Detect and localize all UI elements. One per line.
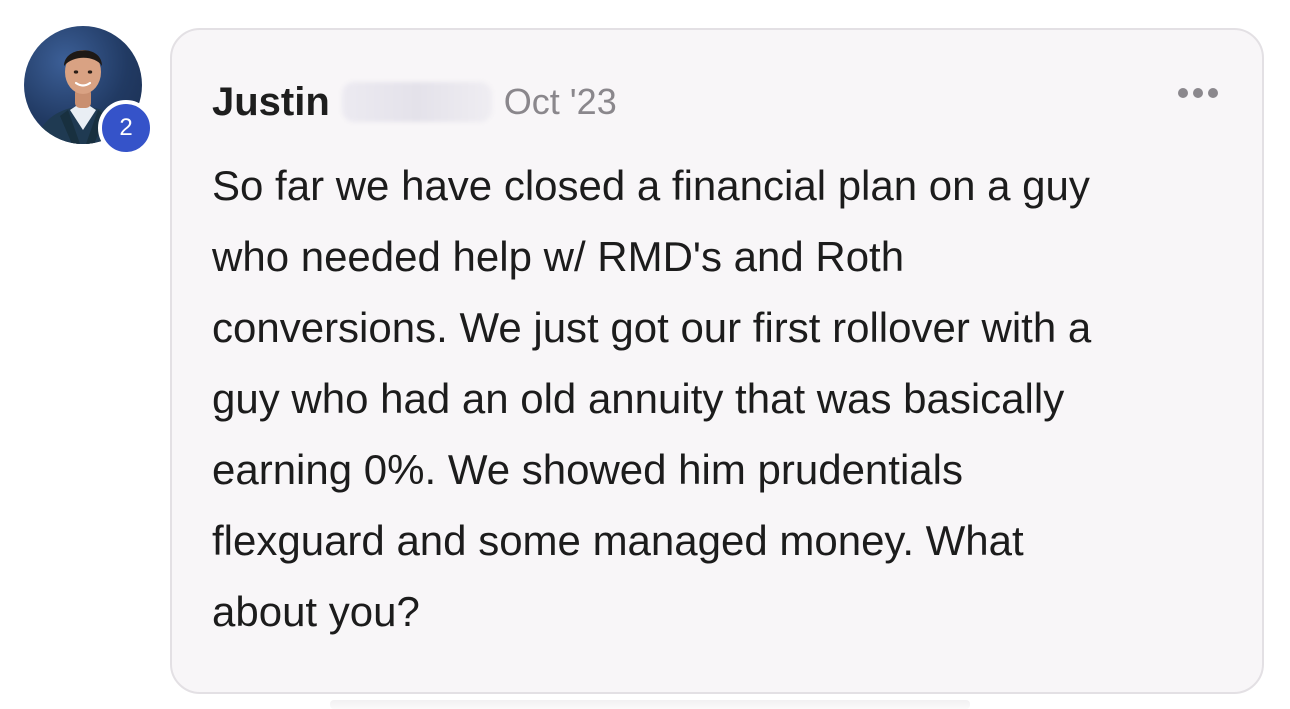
post-card: Justin Oct '23 So far we have closed a f… — [170, 28, 1264, 694]
post-container: 2 Justin Oct '23 So far we have closed a… — [0, 0, 1290, 709]
post-body-line: earning 0%. We showed him prudentials — [212, 446, 963, 493]
author-name[interactable]: Justin — [212, 80, 330, 125]
avatar-wrapper[interactable]: 2 — [24, 26, 154, 156]
post-body-line: conversions. We just got our first rollo… — [212, 304, 1092, 351]
ellipsis-icon — [1178, 88, 1188, 98]
post-date[interactable]: Oct '23 — [504, 81, 617, 123]
ellipsis-icon — [1193, 88, 1203, 98]
redacted-surname — [341, 82, 492, 122]
next-post-edge — [330, 700, 970, 709]
user-level-badge: 2 — [98, 100, 154, 156]
post-body: So far we have closed a financial plan o… — [212, 150, 1232, 647]
post-body-line: who needed help w/ RMD's and Roth — [212, 233, 905, 280]
post-body-line: So far we have closed a financial plan o… — [212, 162, 1090, 209]
more-options-button[interactable] — [1178, 88, 1218, 98]
post-header: Justin Oct '23 — [212, 74, 617, 130]
ellipsis-icon — [1208, 88, 1218, 98]
post-body-line: about you? — [212, 588, 420, 635]
post-body-line: flexguard and some managed money. What — [212, 517, 1024, 564]
post-body-line: guy who had an old annuity that was basi… — [212, 375, 1065, 422]
